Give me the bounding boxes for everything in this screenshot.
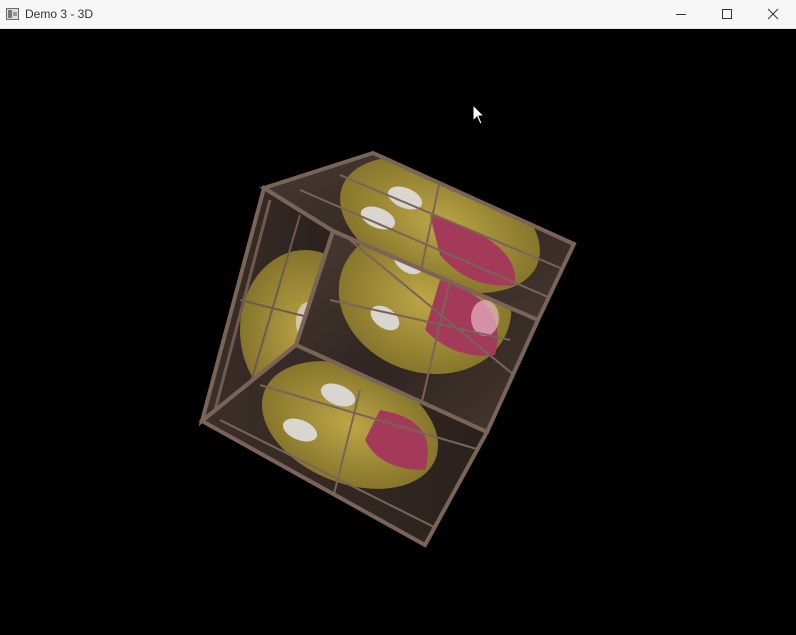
window-title: Demo 3 - 3D xyxy=(25,7,94,21)
application-window: Demo 3 - 3D xyxy=(0,0,796,630)
maximize-icon xyxy=(722,9,732,19)
textured-cube xyxy=(198,150,577,548)
app-window-icon[interactable] xyxy=(6,8,19,20)
title-bar[interactable]: Demo 3 - 3D xyxy=(0,0,796,29)
mouse-pointer-icon xyxy=(472,104,486,125)
minimize-icon xyxy=(676,14,686,15)
minimize-button[interactable] xyxy=(658,0,704,28)
close-icon xyxy=(767,8,779,20)
render-viewport[interactable] xyxy=(0,29,796,630)
maximize-button[interactable] xyxy=(704,0,750,28)
close-button[interactable] xyxy=(750,0,796,28)
scene-canvas xyxy=(198,150,577,548)
window-controls xyxy=(658,0,796,28)
